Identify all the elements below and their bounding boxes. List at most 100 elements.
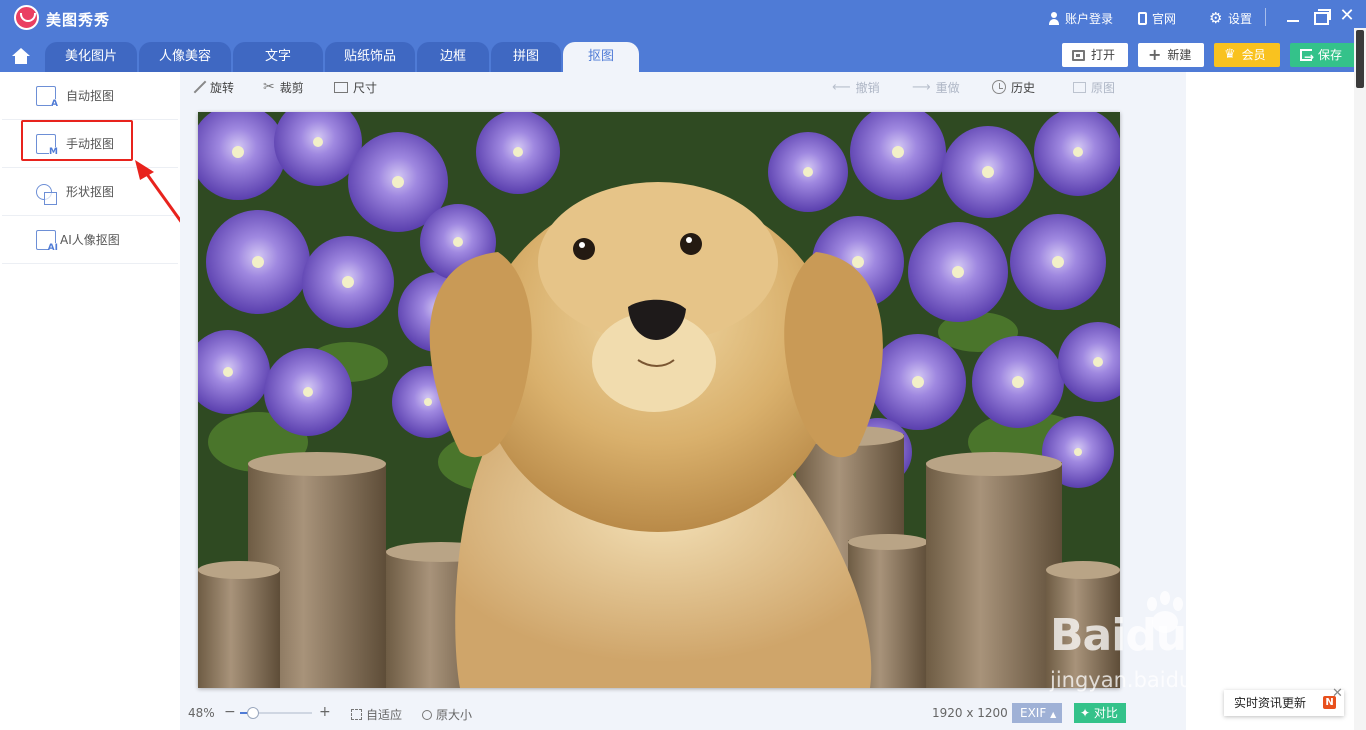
scissors-icon: ✂ [263, 79, 275, 95]
original-button[interactable]: 原图 [1073, 79, 1115, 95]
flower-center [513, 147, 523, 157]
tool-label: AI人像抠图 [60, 233, 120, 247]
news-text: 实时资讯更新 [1234, 696, 1307, 710]
window-scrollbar[interactable] [1354, 28, 1366, 730]
tab-portrait[interactable]: 人像美容 [139, 42, 231, 72]
puppy-photo [198, 112, 1120, 688]
scrollbar-thumb[interactable] [1356, 30, 1364, 88]
shape-cutout-icon [36, 183, 57, 205]
account-login-link[interactable]: 账户登录 [1048, 10, 1113, 26]
fit-icon [351, 709, 362, 720]
actual-size-button[interactable]: 原大小 [422, 706, 472, 723]
minimize-button[interactable] [1283, 6, 1303, 26]
save-button[interactable]: 保存 [1290, 43, 1356, 69]
flower-center [852, 256, 864, 268]
zoom-out-button[interactable]: − [224, 704, 236, 720]
rotate-button[interactable]: 旋转 [193, 79, 234, 95]
flower-center [453, 237, 463, 247]
auto-cutout-icon: A [36, 85, 58, 109]
exif-label: EXIF [1020, 706, 1047, 720]
resize-label: 尺寸 [353, 80, 378, 95]
website-label: 官网 [1152, 11, 1177, 26]
open-file-icon [1072, 49, 1085, 61]
flower-center [1052, 256, 1064, 268]
redo-button[interactable]: ⟶ 重做 [912, 79, 960, 95]
new-button[interactable]: + 新建 [1138, 43, 1204, 67]
title-bar: 美图秀秀 账户登录 官网 ⚙ 设置 ✕ 美化图片 人像美容 文字 贴纸饰品 边框… [0, 0, 1366, 72]
resize-button[interactable]: 尺寸 [334, 79, 377, 95]
flower-center [982, 166, 994, 178]
crop-button[interactable]: ✂ 裁剪 [263, 79, 304, 95]
divider [1265, 8, 1266, 26]
sparkle-icon: ✦ [1080, 706, 1091, 720]
app-title: 美图秀秀 [46, 11, 111, 29]
open-label: 打开 [1091, 48, 1116, 62]
save-label: 保存 [1318, 48, 1343, 62]
flower-center [952, 266, 964, 278]
image-icon [1073, 81, 1086, 93]
compare-button[interactable]: ✦ 对比 [1074, 703, 1126, 723]
export-icon [1300, 45, 1314, 69]
flower-center [892, 146, 904, 158]
zoom-slider-handle[interactable] [247, 707, 259, 719]
close-window-button[interactable]: ✕ [1337, 6, 1357, 26]
tab-text[interactable]: 文字 [233, 42, 323, 72]
plus-icon: + [1148, 45, 1162, 64]
flower-center [1073, 147, 1083, 157]
tab-collage[interactable]: 拼图 [491, 42, 561, 72]
flower-center [1093, 357, 1103, 367]
account-login-label: 账户登录 [1065, 11, 1114, 26]
settings-label: 设置 [1228, 11, 1253, 26]
user-icon [1048, 11, 1060, 25]
rotate-label: 旋转 [210, 80, 235, 95]
website-link[interactable]: 官网 [1138, 10, 1176, 26]
settings-link[interactable]: ⚙ 设置 [1209, 10, 1252, 26]
exif-button[interactable]: EXIF ▲ [1012, 703, 1062, 723]
news-close-icon[interactable]: ✕ [1332, 686, 1343, 701]
watermark-url: jingyan.baidu.com [1050, 668, 1244, 692]
tool-label: 自动抠图 [66, 89, 115, 103]
flower-center [303, 387, 313, 397]
crop-label: 裁剪 [279, 80, 304, 95]
watermark-chinese: 经验 [1200, 624, 1268, 664]
flower-center [912, 376, 924, 388]
flower-center [392, 176, 404, 188]
zoom-slider[interactable] [240, 707, 312, 719]
actual-size-label: 原大小 [436, 708, 473, 722]
home-button[interactable] [0, 42, 42, 72]
rotate-icon [193, 81, 205, 93]
tab-cutout[interactable]: 抠图 [563, 42, 639, 72]
flower-center [223, 367, 233, 377]
phone-icon [1138, 11, 1147, 25]
clock-icon [992, 80, 1006, 94]
tab-beautify[interactable]: 美化图片 [45, 42, 137, 72]
tab-border[interactable]: 边框 [417, 42, 489, 72]
vip-label: 会员 [1241, 48, 1266, 62]
gear-icon: ⚙ [1209, 9, 1223, 27]
fit-to-window-button[interactable]: 自适应 [351, 706, 402, 723]
zoom-in-button[interactable]: + [319, 704, 331, 720]
resize-icon [334, 81, 348, 93]
flower-center [232, 146, 244, 158]
open-button[interactable]: 打开 [1062, 43, 1128, 67]
maximize-button[interactable] [1311, 6, 1331, 26]
magnifier-icon [422, 709, 432, 720]
app-logo-icon [14, 5, 39, 30]
baidu-jingyan-watermark: Baidu 经验 jingyan.baidu.com [1050, 590, 1300, 700]
caret-up-icon: ▲ [1050, 710, 1057, 719]
tool-auto-cutout[interactable]: A 自动抠图 [2, 72, 178, 120]
photo-canvas[interactable] [198, 112, 1120, 688]
flower-center [1074, 448, 1082, 456]
tab-stickers[interactable]: 贴纸饰品 [325, 42, 415, 72]
vip-button[interactable]: ♛ 会员 [1214, 43, 1280, 67]
history-button[interactable]: 历史 [992, 79, 1035, 95]
undo-label: 撤销 [855, 80, 880, 95]
news-widget[interactable]: 实时资讯更新 N [1224, 690, 1344, 716]
undo-button[interactable]: ⟵ 撤销 [832, 79, 880, 95]
undo-arrow-icon: ⟵ [832, 79, 851, 95]
flower-center [424, 398, 432, 406]
crown-icon: ♛ [1224, 47, 1236, 62]
home-icon [12, 48, 30, 64]
flower-center [342, 276, 354, 288]
paw-icon [1147, 591, 1183, 633]
